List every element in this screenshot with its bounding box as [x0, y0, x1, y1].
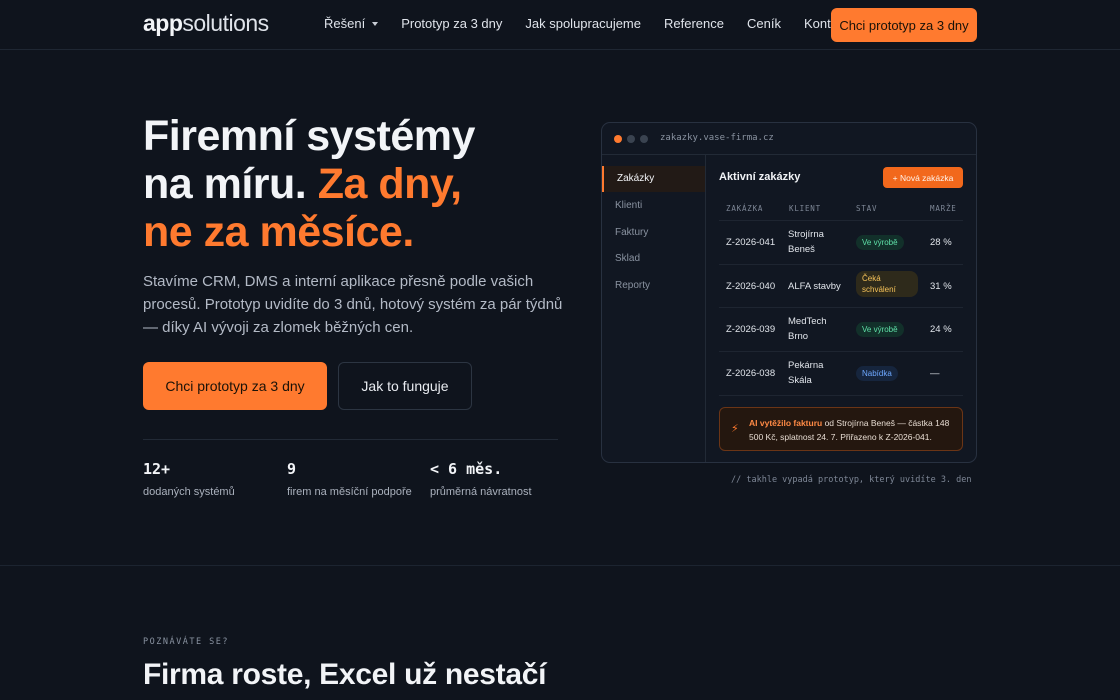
hero-title-line1: Firemní systémy	[143, 112, 475, 160]
stat-label: průměrná návratnost	[430, 486, 532, 498]
hero-subtitle: Stavíme CRM, DMS a interní aplikace přes…	[143, 273, 563, 336]
column-header: STAV	[856, 204, 878, 213]
stat-roi: < 6 měs. průměrná návratnost	[430, 460, 532, 498]
logo-bold: app	[143, 10, 183, 36]
mockup-titlebar: zakazky.vase-firma.cz	[602, 123, 976, 155]
top-nav: appsolutions Řešení Prototyp za 3 dny Ja…	[0, 0, 1120, 50]
cell-order-id: Z-2026-038	[726, 368, 776, 379]
mockup-sidebar: Zakázky Klienti Faktury Sklad Reporty	[602, 155, 706, 462]
nav-cta-button[interactable]: Chci prototyp za 3 dny	[831, 8, 977, 42]
window-dot-icon	[627, 135, 635, 143]
cell-margin: —	[930, 368, 940, 379]
hero-title: Firemní systémy na míru. Za dny, ne za m…	[143, 112, 563, 256]
ai-notification[interactable]: ⚡ AI vytěžilo fakturu od Strojírna Beneš…	[719, 407, 963, 451]
hero-title-line2: na míru.	[143, 160, 318, 208]
nav-link-label: Řešení	[324, 16, 366, 31]
row-divider	[719, 220, 963, 221]
mockup-title: Aktivní zakázky	[719, 171, 801, 183]
nav-link-label: Prototyp za 3 dny	[401, 16, 503, 31]
section-title: Firma roste, Excel už nestačí	[143, 658, 547, 691]
sidebar-item-reporty[interactable]: Reporty	[602, 273, 705, 299]
ai-notification-text: AI vytěžilo fakturu od Strojírna Beneš —…	[749, 416, 959, 444]
section-eyebrow: POZNÁVÁTE SE?	[143, 637, 230, 647]
sidebar-item-zakazky[interactable]: Zakázky	[602, 166, 705, 192]
stat-support: 9 firem na měsíční podpoře	[287, 460, 412, 498]
how-it-works-button[interactable]: Jak to funguje	[338, 362, 472, 410]
sidebar-item-klienti[interactable]: Klienti	[602, 193, 705, 219]
mockup-url: zakazky.vase-firma.cz	[660, 133, 774, 143]
cell-margin: 24 %	[930, 324, 952, 335]
cell-client: MedTech Brno	[788, 316, 827, 342]
cell-margin: 31 %	[930, 281, 952, 292]
divider	[143, 439, 558, 440]
row-divider	[719, 307, 963, 308]
mockup-caption: // takhle vypadá prototyp, který uvidíte…	[731, 475, 972, 485]
status-badge: Ve výrobě	[856, 235, 904, 250]
stat-number: 9	[287, 460, 297, 478]
sidebar-item-faktury[interactable]: Faktury	[602, 220, 705, 246]
lightning-icon: ⚡	[731, 423, 739, 435]
stat-number: 12+	[143, 460, 171, 478]
prototype-button[interactable]: Chci prototyp za 3 dny	[143, 362, 327, 410]
cell-client: Strojírna Beneš	[788, 229, 824, 255]
logo[interactable]: appsolutions	[143, 10, 269, 37]
cell-client: ALFA stavby	[788, 281, 841, 292]
stat-label: firem na měsíční podpoře	[287, 486, 412, 498]
nav-link-label: Jak spolupracujeme	[525, 16, 641, 31]
status-badge: Nabídka	[856, 366, 898, 381]
nav-link-reference[interactable]: Reference	[664, 16, 724, 31]
cell-order-id: Z-2026-040	[726, 281, 776, 292]
stat-label: dodaných systémů	[143, 486, 235, 498]
nav-link-spoluprace[interactable]: Jak spolupracujeme	[525, 16, 641, 31]
chevron-down-icon	[372, 21, 379, 26]
stat-systems: 12+ dodaných systémů	[143, 460, 235, 498]
app-mockup: zakazky.vase-firma.cz Zakázky Klienti Fa…	[601, 122, 977, 463]
new-order-button[interactable]: + Nová zakázka	[883, 167, 963, 188]
row-divider	[719, 395, 963, 396]
nav-link-reseni[interactable]: Řešení	[324, 16, 379, 31]
hero-title-accent: Za dny,	[317, 160, 462, 208]
column-header: MARŽE	[930, 204, 957, 213]
cell-order-id: Z-2026-041	[726, 237, 776, 248]
nav-links: Řešení Prototyp za 3 dny Jak spolupracuj…	[324, 16, 871, 31]
nav-link-label: Ceník	[746, 16, 781, 31]
window-dot-icon	[614, 135, 622, 143]
sidebar-item-sklad[interactable]: Sklad	[602, 246, 705, 272]
cell-order-id: Z-2026-039	[726, 324, 776, 335]
hero-title-line3: ne za měsíce.	[143, 208, 414, 256]
column-header: ZAKÁZKA	[726, 204, 764, 213]
status-badge: Ve výrobě	[856, 322, 904, 337]
cell-margin: 28 %	[930, 237, 952, 248]
status-badge: Čeká schválení	[856, 271, 918, 297]
ai-highlight: AI vytěžilo fakturu	[749, 418, 823, 428]
stat-number: < 6 měs.	[430, 460, 503, 478]
nav-link-prototyp[interactable]: Prototyp za 3 dny	[401, 16, 502, 31]
section-divider	[0, 565, 1120, 566]
logo-light: solutions	[182, 10, 269, 36]
nav-link-label: Reference	[664, 16, 724, 31]
cell-client: Pekárna Skála	[788, 360, 824, 386]
window-dot-icon	[640, 135, 648, 143]
row-divider	[719, 264, 963, 265]
row-divider	[719, 351, 963, 352]
nav-link-cenik[interactable]: Ceník	[747, 16, 781, 31]
column-header: KLIENT	[789, 204, 821, 213]
